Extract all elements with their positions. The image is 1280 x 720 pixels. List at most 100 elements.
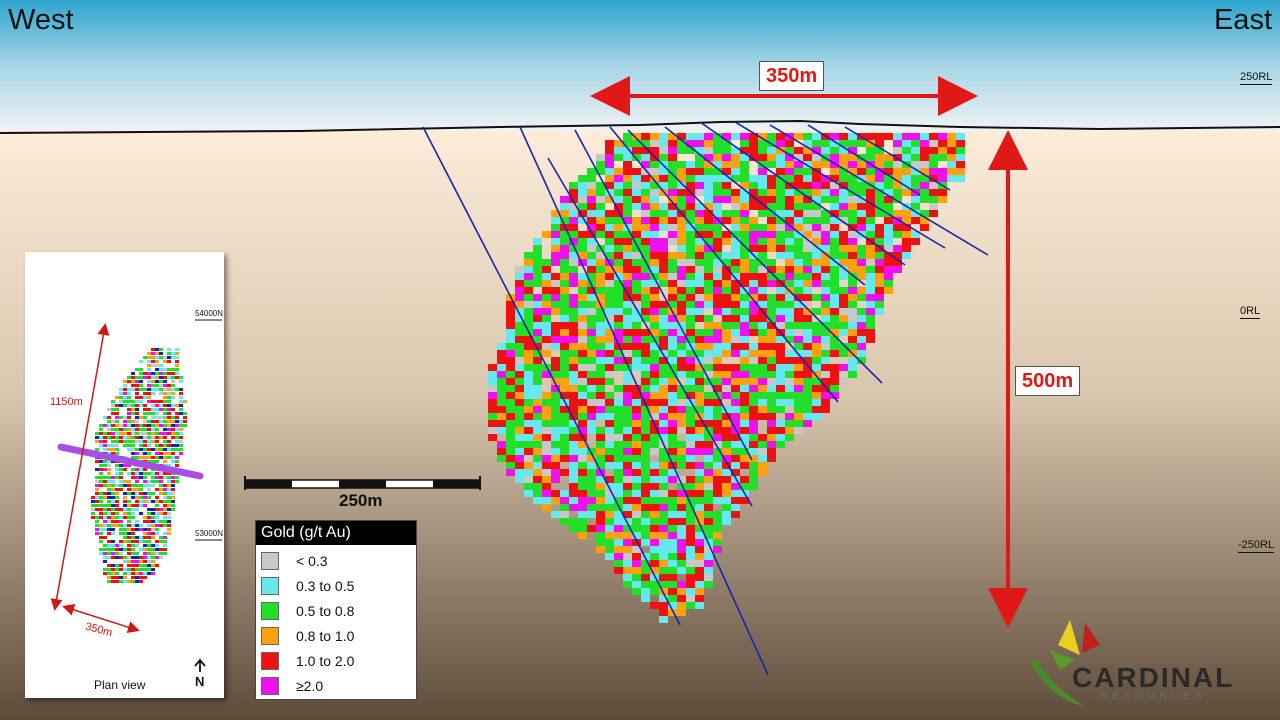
plan-block xyxy=(175,352,179,355)
orebody-block xyxy=(659,217,668,224)
orebody-block xyxy=(758,329,767,336)
orebody-block xyxy=(542,441,551,448)
orebody-block xyxy=(785,399,794,406)
orebody-block xyxy=(884,224,893,231)
plan-block xyxy=(167,508,171,511)
plan-block xyxy=(167,528,171,531)
orebody-block xyxy=(569,329,578,336)
orebody-block xyxy=(614,546,623,553)
orebody-block xyxy=(758,406,767,413)
orebody-block xyxy=(542,476,551,483)
orebody-block xyxy=(713,294,722,301)
orebody-block xyxy=(767,392,776,399)
orebody-block xyxy=(812,259,821,266)
orebody-block xyxy=(821,280,830,287)
orebody-block xyxy=(641,497,650,504)
orebody-block xyxy=(677,518,686,525)
orebody-block xyxy=(659,238,668,245)
orebody-block xyxy=(632,581,641,588)
orebody-block xyxy=(677,161,686,168)
orebody-block xyxy=(533,420,542,427)
orebody-block xyxy=(686,273,695,280)
plan-block xyxy=(175,464,179,467)
orebody-block xyxy=(929,154,938,161)
orebody-block xyxy=(911,196,920,203)
plan-block xyxy=(111,540,115,543)
orebody-block xyxy=(785,315,794,322)
plan-block xyxy=(131,408,135,411)
plan-block xyxy=(155,428,159,431)
orebody-block xyxy=(623,462,632,469)
plan-block xyxy=(147,408,151,411)
plan-block xyxy=(163,500,167,503)
plan-block xyxy=(147,488,151,491)
plan-block xyxy=(139,468,143,471)
plan-block xyxy=(143,412,147,415)
orebody-block xyxy=(578,399,587,406)
orebody-block xyxy=(533,238,542,245)
orebody-block xyxy=(614,252,623,259)
orebody-block xyxy=(848,161,857,168)
orebody-block xyxy=(848,259,857,266)
orebody-block xyxy=(866,301,875,308)
plan-block xyxy=(167,488,171,491)
logo-sub: RESOURCES xyxy=(1100,690,1206,702)
orebody-block xyxy=(821,301,830,308)
orebody-block xyxy=(569,518,578,525)
plan-block xyxy=(155,524,159,527)
orebody-block xyxy=(515,427,524,434)
plan-block xyxy=(139,572,143,575)
plan-block xyxy=(127,560,131,563)
plan-block xyxy=(103,448,107,451)
plan-block xyxy=(95,516,99,519)
orebody-block xyxy=(956,168,965,175)
plan-block xyxy=(135,564,139,567)
orebody-block xyxy=(605,511,614,518)
orebody-block xyxy=(686,420,695,427)
orebody-block xyxy=(542,497,551,504)
plan-block xyxy=(103,496,107,499)
orebody-block xyxy=(623,210,632,217)
orebody-block xyxy=(749,231,758,238)
orebody-block xyxy=(758,336,767,343)
plan-block xyxy=(147,376,151,379)
orebody-block xyxy=(488,378,497,385)
orebody-block xyxy=(812,392,821,399)
orebody-block xyxy=(569,301,578,308)
plan-block xyxy=(111,444,115,447)
plan-block xyxy=(171,488,175,491)
orebody-block xyxy=(668,266,677,273)
orebody-block xyxy=(524,392,533,399)
orebody-block xyxy=(578,196,587,203)
orebody-block xyxy=(767,154,776,161)
orebody-block xyxy=(551,455,560,462)
plan-block xyxy=(155,408,159,411)
plan-block xyxy=(123,572,127,575)
orebody-block xyxy=(677,504,686,511)
plan-block xyxy=(115,516,119,519)
plan-block xyxy=(135,500,139,503)
orebody-block xyxy=(524,434,533,441)
orebody-block xyxy=(740,252,749,259)
orebody-block xyxy=(569,308,578,315)
plan-block xyxy=(147,424,151,427)
plan-block xyxy=(135,504,139,507)
plan-block xyxy=(103,548,107,551)
orebody-block xyxy=(731,238,740,245)
plan-block xyxy=(159,420,163,423)
orebody-block xyxy=(632,588,641,595)
plan-block xyxy=(171,448,175,451)
orebody-block xyxy=(659,133,668,140)
orebody-block xyxy=(569,434,578,441)
plan-block xyxy=(179,380,183,383)
plan-block xyxy=(99,536,103,539)
orebody-block xyxy=(587,252,596,259)
orebody-block xyxy=(704,280,713,287)
orebody-block xyxy=(677,595,686,602)
plan-block xyxy=(127,564,131,567)
orebody-block xyxy=(767,196,776,203)
plan-block xyxy=(107,516,111,519)
plan-block xyxy=(131,432,135,435)
orebody-block xyxy=(623,308,632,315)
orebody-block xyxy=(803,154,812,161)
